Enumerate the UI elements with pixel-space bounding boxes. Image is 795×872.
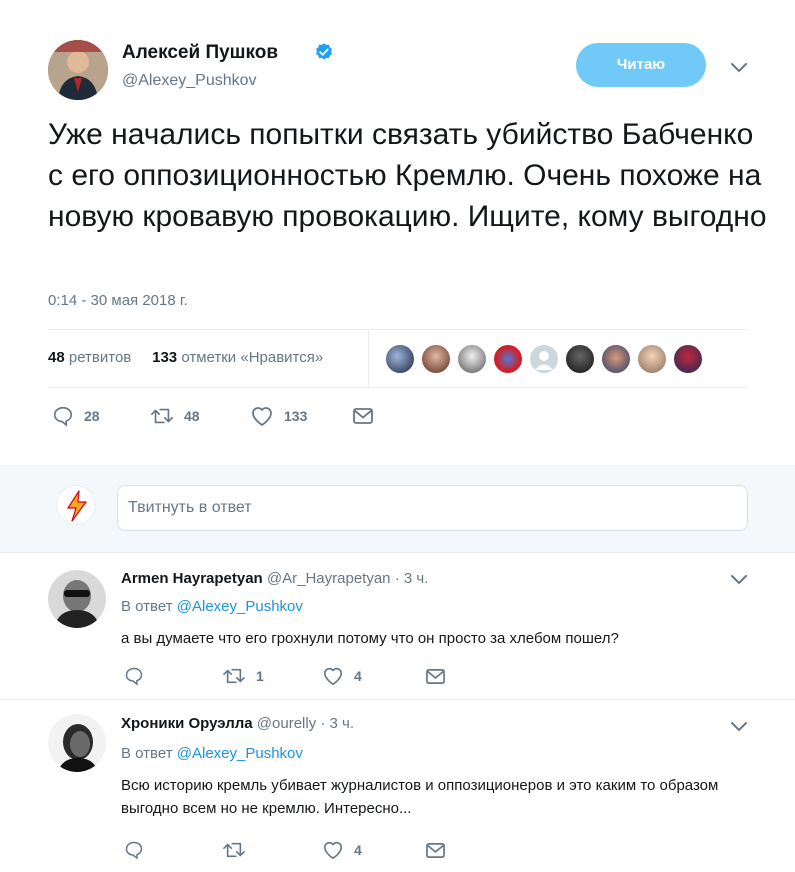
reply-time[interactable]: · 3 ч. — [320, 715, 354, 732]
main-tweet: Алексей Пушков @Alexey_Pushkov Читаю Уже… — [0, 0, 795, 465]
author-avatar[interactable] — [48, 40, 108, 100]
reply-icon — [125, 667, 143, 686]
reply-tweet[interactable]: Armen Hayrapetyan @Ar_Hayrapetyan · 3 ч.… — [0, 553, 795, 699]
in-reply-to-link[interactable]: @Alexey_Pushkov — [177, 745, 303, 762]
reply-action[interactable] — [124, 840, 144, 860]
in-reply-to-link[interactable]: @Alexey_Pushkov — [177, 598, 303, 615]
heart-icon — [324, 841, 342, 859]
author-avatar-image — [48, 40, 108, 100]
heart-icon — [324, 667, 342, 685]
avatar-image — [48, 714, 106, 772]
divider — [48, 329, 748, 330]
liker-avatar[interactable] — [601, 344, 631, 374]
reply-icon — [125, 841, 143, 860]
reply-text: Всю историю кремль убивает журналистов и… — [121, 777, 719, 817]
direct-message-action[interactable] — [352, 406, 374, 426]
following-button[interactable]: Читаю — [576, 43, 706, 87]
in-reply-to-label: В ответ — [121, 745, 173, 762]
in-reply-to: В ответ @Alexey_Pushkov — [121, 745, 303, 762]
direct-message-action[interactable] — [425, 667, 446, 686]
liker-avatar[interactable] — [457, 344, 487, 374]
liker-avatar[interactable] — [385, 344, 415, 374]
liker-avatar[interactable] — [421, 344, 451, 374]
liker-avatar[interactable] — [493, 344, 523, 374]
reply-icon — [53, 406, 73, 427]
lightning-logo-icon — [67, 490, 87, 522]
verified-badge-icon — [316, 43, 332, 60]
retweet-count: 1 — [256, 668, 264, 684]
retweet-icon — [151, 408, 173, 424]
retweet-action[interactable]: 48 — [150, 405, 200, 427]
reply-action[interactable]: 28 — [52, 405, 100, 427]
likes-label[interactable]: отметки «Нравится» — [181, 349, 323, 366]
heart-icon — [252, 407, 272, 426]
liker-avatar-default[interactable] — [529, 344, 559, 374]
envelope-icon — [426, 842, 445, 859]
like-action[interactable]: 4 — [322, 666, 362, 686]
chevron-down-icon[interactable] — [730, 721, 748, 733]
liker-avatar[interactable] — [565, 344, 595, 374]
retweets-count[interactable]: 48 — [48, 349, 65, 366]
retweet-action[interactable] — [222, 840, 256, 860]
reply-text: а вы думаете что его грохнули потому что… — [121, 630, 619, 647]
tweet-stats: 48 ретвитов 133 отметки «Нравится» — [48, 349, 323, 366]
chevron-down-icon[interactable] — [730, 62, 748, 74]
retweet-icon — [223, 842, 245, 858]
author-name[interactable]: Алексей Пушков — [122, 42, 278, 64]
retweet-action[interactable]: 1 — [222, 666, 264, 686]
like-action[interactable]: 4 — [322, 840, 362, 860]
avatar-image — [48, 570, 106, 628]
reply-author-line: Хроники Оруэлла @ourelly · 3 ч. — [121, 715, 354, 732]
retweet-count: 48 — [184, 408, 200, 424]
retweets-label[interactable]: ретвитов — [69, 349, 131, 366]
retweet-icon — [223, 668, 245, 684]
user-placeholder-icon — [535, 351, 553, 370]
reply-input[interactable]: Твитнуть в ответ — [117, 485, 748, 531]
reply-author-avatar[interactable] — [48, 570, 106, 628]
reply-count: 28 — [84, 408, 100, 424]
envelope-icon — [426, 668, 445, 685]
likes-count[interactable]: 133 — [152, 349, 177, 366]
author-handle[interactable]: @Alexey_Pushkov — [122, 72, 257, 90]
reply-tweet[interactable]: Хроники Оруэлла @ourelly · 3 ч. В ответ … — [0, 700, 795, 872]
chevron-down-icon[interactable] — [730, 574, 748, 586]
reply-author-name[interactable]: Хроники Оруэлла — [121, 715, 253, 732]
liker-avatar[interactable] — [673, 344, 703, 374]
current-user-avatar[interactable] — [56, 485, 96, 525]
tweet-text: Уже начались попытки связать убийство Ба… — [48, 118, 767, 233]
reply-author-name[interactable]: Armen Hayrapetyan — [121, 570, 263, 587]
reply-author-line: Armen Hayrapetyan @Ar_Hayrapetyan · 3 ч. — [121, 570, 428, 587]
like-count: 4 — [354, 842, 362, 858]
like-count: 133 — [284, 408, 308, 424]
direct-message-action[interactable] — [425, 841, 446, 860]
reply-author-handle[interactable]: @Ar_Hayrapetyan — [267, 570, 391, 587]
liker-avatar[interactable] — [637, 344, 667, 374]
divider — [368, 330, 369, 387]
divider — [48, 387, 748, 388]
envelope-icon — [353, 408, 373, 424]
in-reply-to-label: В ответ — [121, 598, 173, 615]
reply-author-avatar[interactable] — [48, 714, 106, 772]
reply-time[interactable]: · 3 ч. — [395, 570, 429, 587]
reply-composer: Твитнуть в ответ — [0, 465, 795, 552]
like-count: 4 — [354, 668, 362, 684]
tweet-timestamp[interactable]: 0:14 - 30 мая 2018 г. — [48, 292, 188, 309]
reply-author-handle[interactable]: @ourelly — [257, 715, 316, 732]
reply-action[interactable] — [124, 666, 144, 686]
in-reply-to: В ответ @Alexey_Pushkov — [121, 598, 303, 615]
like-action[interactable]: 133 — [250, 405, 307, 427]
